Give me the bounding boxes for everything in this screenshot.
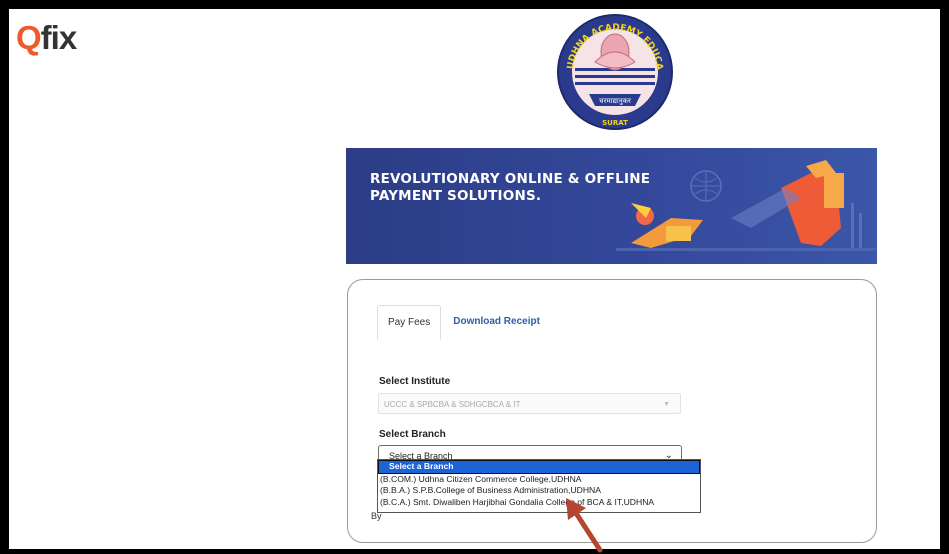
trust-emblem: UDHNA ACADEMY EDUCATION TRUST SURAT चरमा… (555, 12, 673, 130)
logo-text: fix (40, 19, 78, 56)
promo-banner: REVOLUTIONARY ONLINE & OFFLINE PAYMENT S… (346, 148, 877, 264)
branch-option-placeholder[interactable]: Select a Branch (378, 460, 700, 474)
tab-pay-fees[interactable]: Pay Fees (377, 305, 442, 340)
institute-select: UCCC & SPBCBA & SDHGCBCA & IT ▼ (378, 393, 681, 414)
banner-illustration (616, 160, 876, 251)
select-institute-label: Select Institute (379, 376, 451, 387)
emblem-motto: चरमाद्यानुकर (599, 97, 631, 105)
logo-q: Q (16, 19, 42, 56)
institute-select-value: UCCC & SPBCBA & SDHGCBCA & IT (384, 400, 521, 409)
branch-dropdown-list: Select a Branch (B.COM.) Udhna Citizen C… (377, 459, 701, 513)
select-branch-label: Select Branch (379, 429, 446, 440)
branch-option-bba[interactable]: (B.B.A.) S.P.B.College of Business Admin… (378, 485, 700, 497)
qfix-logo: Qfix (16, 19, 78, 57)
branch-option-bcom[interactable]: (B.COM.) Udhna Citizen Commerce College,… (378, 474, 700, 486)
emblem-bottom-text: SURAT (602, 119, 628, 127)
branch-option-bca[interactable]: (B.C.A.) Smt. Diwaliben Harjibhai Gondal… (378, 497, 700, 509)
tab-download-receipt[interactable]: Download Receipt (441, 305, 550, 340)
annotation-arrow-icon (566, 498, 603, 553)
tabs: Pay Fees Download Receipt (377, 305, 550, 340)
chevron-down-icon: ▼ (663, 401, 670, 408)
